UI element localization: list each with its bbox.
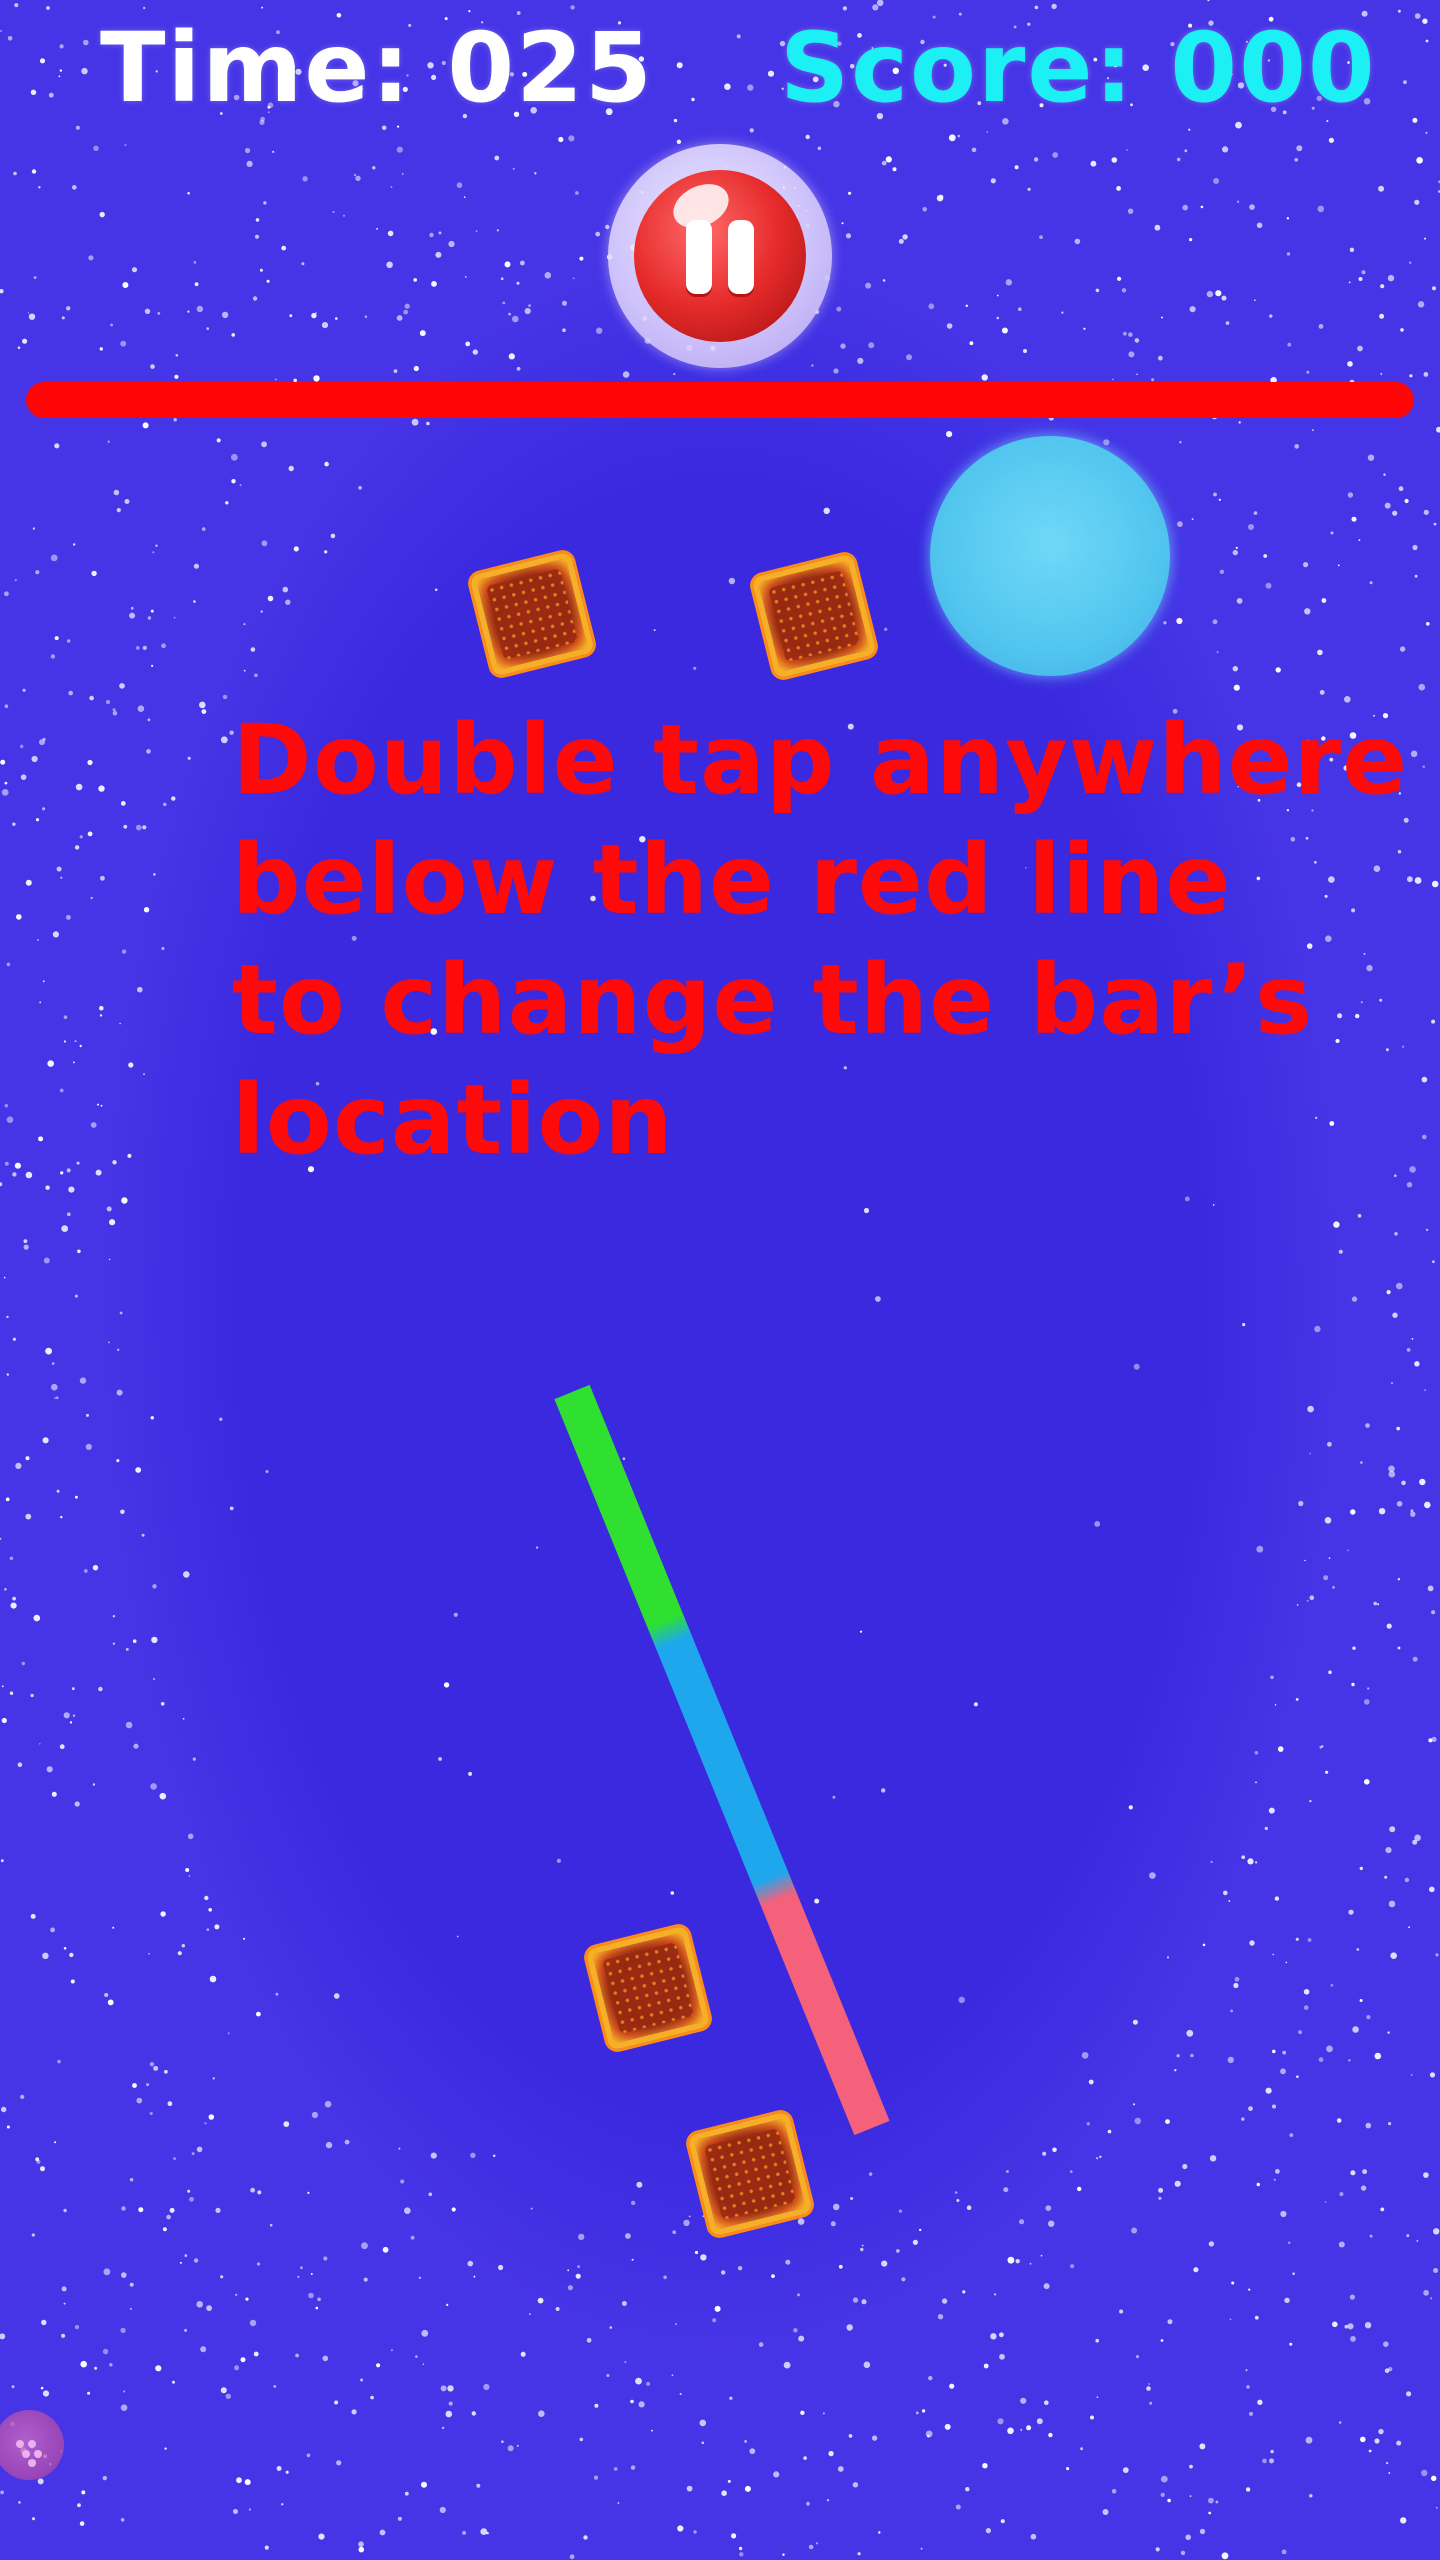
- instruction-line: Double tap anywhere: [232, 704, 1409, 816]
- instruction-line: location: [232, 1064, 674, 1176]
- score-counter: Score: 000: [780, 12, 1377, 124]
- red-boundary-line: [26, 382, 1414, 418]
- bubble-ball: [930, 436, 1170, 676]
- pause-icon-right-bar: [728, 220, 754, 294]
- pause-icon-left-bar: [686, 220, 712, 294]
- instruction-text: Double tap anywhere below the red line t…: [232, 700, 1409, 1180]
- pause-button[interactable]: [608, 144, 832, 368]
- pause-icon: [634, 170, 806, 342]
- time-counter: Time: 025: [100, 12, 654, 124]
- instruction-line: to change the bar’s: [232, 944, 1314, 1056]
- game-scene[interactable]: Time: 025 Score: 000 Double tap anywhere…: [0, 0, 1440, 2560]
- dots-icon: [16, 2440, 42, 2467]
- instruction-line: below the red line: [232, 824, 1232, 936]
